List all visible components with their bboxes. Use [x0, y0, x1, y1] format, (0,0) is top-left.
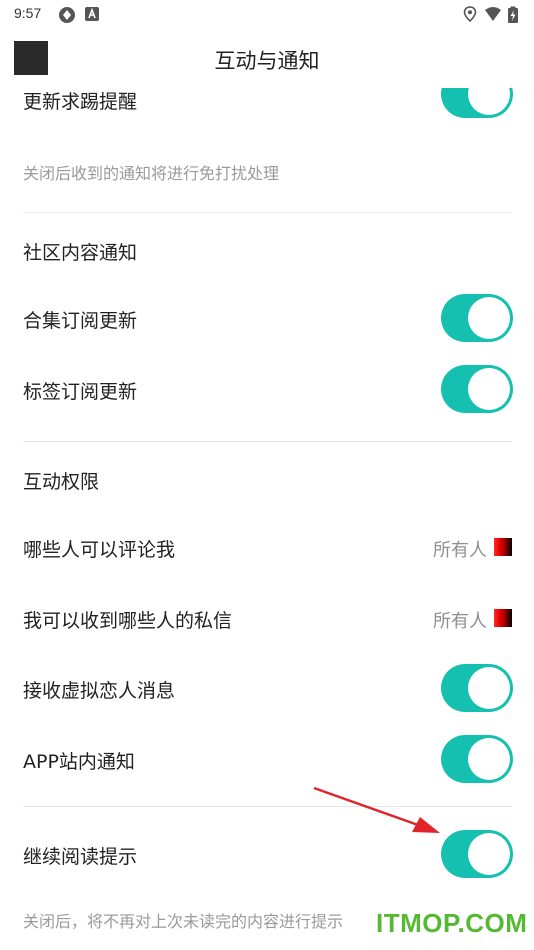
row-update-reminder[interactable]: 更新求踢提醒	[23, 88, 513, 120]
note-bottom: 关闭后，将不再对上次未读完的内容进行提示	[23, 912, 344, 931]
watermark-logo: ITMOP.COM	[376, 908, 528, 938]
page-title: 互动与通知	[214, 49, 320, 73]
continue-reading-toggle[interactable]	[441, 830, 513, 878]
row-who-can-comment[interactable]: 哪些人可以评论我 所有人	[23, 523, 513, 571]
row-label: 标签订阅更新	[23, 381, 138, 403]
notification-a-icon	[85, 7, 99, 21]
row-tag-subscription[interactable]: 标签订阅更新	[23, 365, 513, 413]
update-reminder-toggle[interactable]	[441, 88, 513, 118]
tag-subscription-toggle[interactable]	[441, 365, 513, 413]
section-title-community: 社区内容通知	[23, 242, 138, 264]
section-title-interaction: 互动权限	[23, 471, 100, 493]
virtual-lover-toggle[interactable]	[441, 664, 513, 712]
who-can-message-value: 所有人	[433, 611, 487, 632]
row-label: APP站内通知	[23, 751, 135, 773]
row-label: 接收虚拟恋人消息	[23, 680, 176, 702]
chevron-right-icon	[494, 609, 512, 627]
wifi-icon	[485, 7, 501, 21]
toggle-knob	[468, 297, 510, 339]
row-label: 更新求踢提醒	[23, 91, 138, 113]
settings-list[interactable]: 更新求踢提醒 关闭后收到的通知将进行免打扰处理 社区内容通知 合集订阅更新 标签…	[0, 88, 534, 950]
who-can-comment-value: 所有人	[433, 540, 487, 561]
toggle-knob	[468, 833, 510, 875]
note-top: 关闭后收到的通知将进行免打扰处理	[23, 164, 280, 183]
row-label: 继续阅读提示	[23, 846, 138, 868]
app-header: 互动与通知	[0, 28, 534, 88]
row-who-can-message[interactable]: 我可以收到哪些人的私信 所有人	[23, 594, 513, 642]
status-time: 9:57	[14, 5, 42, 21]
location-icon	[463, 6, 477, 22]
toggle-knob	[468, 667, 510, 709]
toggle-knob	[468, 88, 510, 115]
toggle-knob	[468, 738, 510, 780]
row-collection-subscription[interactable]: 合集订阅更新	[23, 294, 513, 342]
app-notice-toggle[interactable]	[441, 735, 513, 783]
row-virtual-lover[interactable]: 接收虚拟恋人消息	[23, 664, 513, 712]
status-bar: 9:57	[0, 0, 534, 28]
row-label: 我可以收到哪些人的私信	[23, 610, 233, 632]
sync-icon	[59, 7, 75, 23]
divider	[23, 212, 512, 213]
chevron-right-icon	[494, 538, 512, 556]
battery-icon	[508, 6, 518, 23]
divider	[23, 441, 512, 442]
collection-subscription-toggle[interactable]	[441, 294, 513, 342]
row-label: 哪些人可以评论我	[23, 539, 176, 561]
row-label: 合集订阅更新	[23, 310, 138, 332]
toggle-knob	[468, 368, 510, 410]
annotation-arrow-icon	[313, 786, 440, 833]
